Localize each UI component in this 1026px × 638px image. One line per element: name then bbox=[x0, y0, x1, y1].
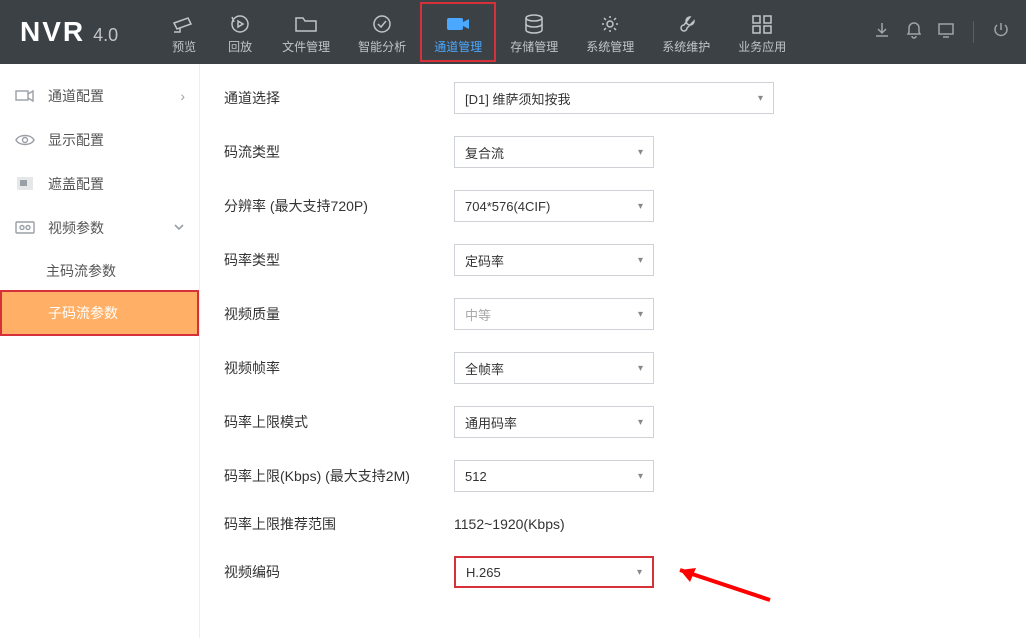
nav-label: 回放 bbox=[228, 38, 252, 55]
nav-label: 智能分析 bbox=[358, 38, 406, 55]
channel-select[interactable]: [D1] 维萨须知按我 ▾ bbox=[454, 82, 774, 114]
chevron-down-icon: ▾ bbox=[637, 567, 642, 578]
sidebar-item-display-config[interactable]: 显示配置 bbox=[0, 118, 199, 162]
select-value: 复合流 bbox=[465, 143, 504, 162]
sidebar-item-channel-config[interactable]: 通道配置 › bbox=[0, 74, 199, 118]
separator bbox=[973, 21, 974, 43]
analysis-icon bbox=[368, 12, 396, 36]
nav-playback[interactable]: 回放 bbox=[212, 0, 268, 64]
nav-label: 预览 bbox=[172, 38, 196, 55]
select-value: 定码率 bbox=[465, 251, 504, 270]
sidebar-subitems: 主码流参数 子码流参数 bbox=[0, 250, 199, 336]
nav-storage-mgmt[interactable]: 存储管理 bbox=[496, 0, 572, 64]
bitrate-type-label: 码率类型 bbox=[224, 250, 454, 270]
monitor-icon[interactable] bbox=[937, 21, 955, 44]
folder-icon bbox=[292, 12, 320, 36]
chevron-right-icon: › bbox=[180, 88, 185, 104]
content: 通道选择 [D1] 维萨须知按我 ▾ 码流类型 复合流 ▾ 分辨率 (最大支持7… bbox=[200, 64, 1026, 638]
codec-select[interactable]: H.265 ▾ bbox=[454, 556, 654, 588]
nav-label: 通道管理 bbox=[434, 38, 482, 55]
nav-channel-mgmt[interactable]: 通道管理 bbox=[420, 2, 496, 62]
eye-icon bbox=[14, 131, 36, 149]
body: 通道配置 › 显示配置 遮盖配置 视频参数 主码流参数 bbox=[0, 64, 1026, 638]
nav-label: 存储管理 bbox=[510, 38, 558, 55]
logo-version: 4.0 bbox=[93, 25, 118, 46]
select-value: 中等 bbox=[465, 305, 491, 324]
download-icon[interactable] bbox=[873, 21, 891, 44]
recommend-label: 码率上限推荐范围 bbox=[224, 514, 454, 534]
channel-config-icon bbox=[14, 87, 36, 105]
gear-icon bbox=[596, 12, 624, 36]
select-value: 704*576(4CIF) bbox=[465, 199, 550, 214]
select-value: 全帧率 bbox=[465, 359, 504, 378]
sidebar-sub-sub-stream[interactable]: 子码流参数 bbox=[2, 292, 197, 334]
bell-icon[interactable] bbox=[905, 21, 923, 44]
chevron-down-icon: ▾ bbox=[638, 363, 643, 374]
chevron-down-icon: ▾ bbox=[638, 417, 643, 428]
sidebar-sub-main-stream[interactable]: 主码流参数 bbox=[0, 250, 199, 292]
topbar-right bbox=[873, 21, 1026, 44]
nav-label: 业务应用 bbox=[738, 38, 786, 55]
resolution-select[interactable]: 704*576(4CIF) ▾ bbox=[454, 190, 654, 222]
max-kbps-label: 码率上限(Kbps) (最大支持2M) bbox=[224, 466, 454, 486]
quality-label: 视频质量 bbox=[224, 304, 454, 324]
grid-icon bbox=[748, 12, 776, 36]
stream-type-select[interactable]: 复合流 ▾ bbox=[454, 136, 654, 168]
sidebar-item-label: 显示配置 bbox=[48, 130, 104, 150]
max-kbps-select[interactable]: 512 ▾ bbox=[454, 460, 654, 492]
nav-analysis[interactable]: 智能分析 bbox=[344, 0, 420, 64]
nav-file-mgmt[interactable]: 文件管理 bbox=[268, 0, 344, 64]
wrench-icon bbox=[672, 12, 700, 36]
sidebar-item-label: 视频参数 bbox=[48, 218, 104, 238]
sidebar: 通道配置 › 显示配置 遮盖配置 视频参数 主码流参数 bbox=[0, 64, 200, 638]
chevron-down-icon: ▾ bbox=[638, 471, 643, 482]
nav-label: 系统管理 bbox=[586, 38, 634, 55]
chevron-down-icon: ▾ bbox=[758, 93, 763, 104]
nav-items: 预览 回放 文件管理 智能分析 通道管理 存储管理 系统管理 系统维护 bbox=[136, 0, 800, 64]
sidebar-item-video-params[interactable]: 视频参数 bbox=[0, 206, 199, 250]
sidebar-sub-label: 子码流参数 bbox=[48, 303, 118, 323]
nav-label: 系统维护 bbox=[662, 38, 710, 55]
framerate-label: 视频帧率 bbox=[224, 358, 454, 378]
nav-system-mgmt[interactable]: 系统管理 bbox=[572, 0, 648, 64]
nav-system-maint[interactable]: 系统维护 bbox=[648, 0, 724, 64]
sidebar-item-label: 遮盖配置 bbox=[48, 174, 104, 194]
chevron-down-icon: ▾ bbox=[638, 201, 643, 212]
camera-solid-icon bbox=[444, 12, 472, 36]
mask-icon bbox=[14, 175, 36, 193]
select-value: H.265 bbox=[466, 565, 501, 580]
select-value: 512 bbox=[465, 469, 487, 484]
chevron-down-icon: ▾ bbox=[638, 255, 643, 266]
camera-icon bbox=[170, 12, 198, 36]
bitrate-type-select[interactable]: 定码率 ▾ bbox=[454, 244, 654, 276]
chevron-down-icon bbox=[173, 220, 185, 236]
max-mode-select[interactable]: 通用码率 ▾ bbox=[454, 406, 654, 438]
logo-text: NVR bbox=[20, 16, 85, 48]
chevron-down-icon: ▾ bbox=[638, 147, 643, 158]
codec-label: 视频编码 bbox=[224, 562, 454, 582]
select-value: [D1] 维萨须知按我 bbox=[465, 89, 570, 108]
quality-select: 中等 ▾ bbox=[454, 298, 654, 330]
video-params-icon bbox=[14, 219, 36, 237]
sidebar-item-label: 通道配置 bbox=[48, 86, 104, 106]
nav-preview[interactable]: 预览 bbox=[156, 0, 212, 64]
resolution-label: 分辨率 (最大支持720P) bbox=[224, 196, 454, 216]
power-icon[interactable] bbox=[992, 21, 1010, 44]
nav-label: 文件管理 bbox=[282, 38, 330, 55]
chevron-down-icon: ▾ bbox=[638, 309, 643, 320]
channel-select-label: 通道选择 bbox=[224, 88, 454, 108]
nav-business-app[interactable]: 业务应用 bbox=[724, 0, 800, 64]
recommend-value: 1152~1920(Kbps) bbox=[454, 516, 565, 532]
max-mode-label: 码率上限模式 bbox=[224, 412, 454, 432]
playback-icon bbox=[226, 12, 254, 36]
database-icon bbox=[520, 12, 548, 36]
framerate-select[interactable]: 全帧率 ▾ bbox=[454, 352, 654, 384]
sidebar-sub-label: 主码流参数 bbox=[46, 261, 116, 281]
stream-type-label: 码流类型 bbox=[224, 142, 454, 162]
logo: NVR 4.0 bbox=[0, 16, 136, 48]
sidebar-item-mask-config[interactable]: 遮盖配置 bbox=[0, 162, 199, 206]
top-navbar: NVR 4.0 预览 回放 文件管理 智能分析 通道管理 存储管理 bbox=[0, 0, 1026, 64]
select-value: 通用码率 bbox=[465, 413, 517, 432]
